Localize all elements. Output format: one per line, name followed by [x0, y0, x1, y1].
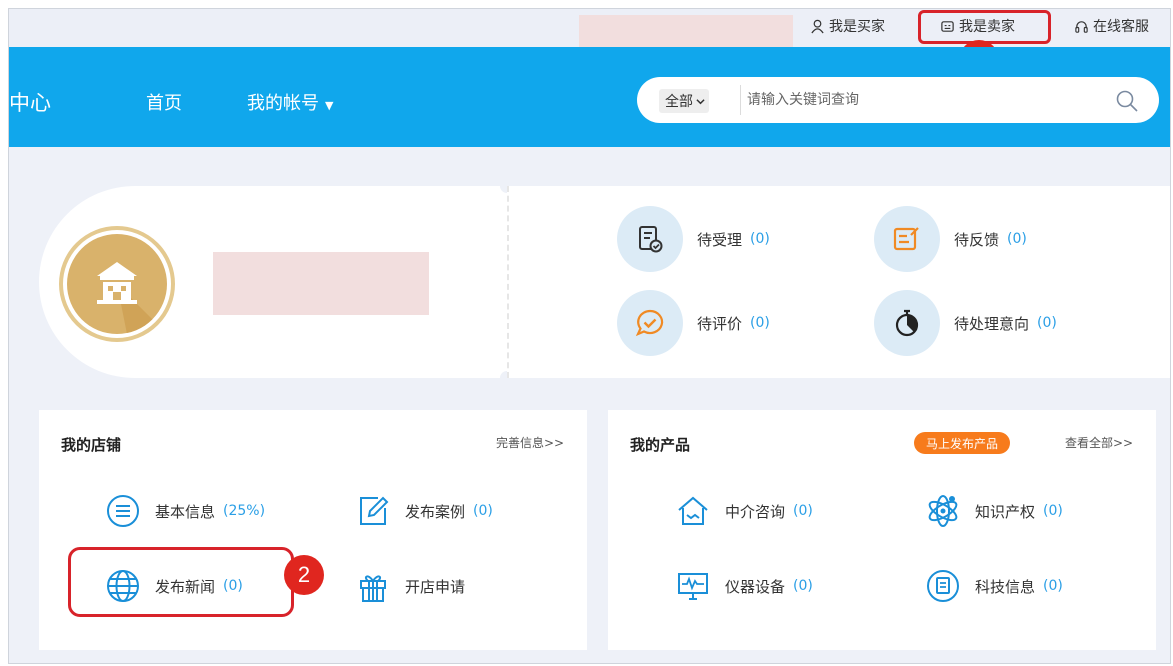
item-count: (0): [1043, 503, 1063, 519]
stat-count: (0): [1007, 231, 1027, 247]
shop-item-publish-case[interactable]: 发布案例 (0): [355, 493, 493, 529]
search-divider: [740, 85, 741, 115]
panel-title: 我的产品: [630, 436, 691, 454]
stat-label: 待受理: [697, 230, 743, 249]
search-bar: 全部: [637, 77, 1159, 123]
stat-circle: [617, 206, 683, 272]
item-label: 发布案例: [405, 502, 466, 521]
headset-icon: [1075, 20, 1088, 33]
product-item-equipment[interactable]: 仪器设备 (0): [675, 568, 813, 604]
atom-icon: [925, 493, 961, 529]
stat-label: 待评价: [697, 314, 743, 333]
shop-item-basic-info[interactable]: 基本信息 (25%): [105, 493, 265, 529]
item-count: (25%): [223, 503, 266, 519]
brand-title: 中心: [9, 91, 51, 115]
item-label: 中介咨询: [725, 502, 786, 521]
main-header: 中心 首页 我的帐号 ▼ 全部: [9, 47, 1170, 147]
complete-info-link[interactable]: 完善信息>>: [496, 434, 564, 451]
stat-count: (0): [750, 231, 770, 247]
chevron-down-icon: [696, 98, 705, 104]
avatar[interactable]: [59, 226, 175, 342]
item-count: (0): [1043, 578, 1063, 594]
panel-title: 我的店铺: [61, 436, 122, 454]
page-frame: 我是买家 我是卖家 1 在线客服 中心 首页 我的帐号▼ 全部: [8, 8, 1171, 664]
nav-home[interactable]: 首页: [146, 89, 182, 115]
seller-highlight-box: [918, 10, 1051, 44]
view-all-link[interactable]: 查看全部>>: [1065, 434, 1133, 451]
stat-pending-intention[interactable]: 待处理意向 (0): [874, 290, 1057, 356]
profile-card: [39, 186, 507, 378]
stat-label: 待处理意向: [954, 314, 1030, 333]
nav-my-account[interactable]: 我的帐号 ▼: [247, 89, 333, 115]
shop-building-icon: [97, 262, 167, 334]
product-item-consulting[interactable]: 中介咨询 (0): [675, 493, 813, 529]
product-item-tech-info[interactable]: 科技信息 (0): [925, 568, 1063, 604]
nav-home-label: 首页: [146, 93, 182, 114]
caret-down-icon: ▼: [325, 99, 334, 112]
stat-circle: [617, 290, 683, 356]
online-service-link[interactable]: 在线客服: [1074, 16, 1149, 36]
shop-avatar-icon: [67, 234, 167, 334]
my-shop-panel: 我的店铺 完善信息>> 基本信息 (25%) 发布案例 (0) 发布新闻 (0)…: [39, 410, 587, 650]
stat-circle: [874, 290, 940, 356]
publish-product-button[interactable]: 马上发布产品: [914, 432, 1011, 454]
list-icon: [105, 493, 141, 529]
buyer-label: 我是买家: [829, 19, 885, 35]
search-input[interactable]: [747, 87, 1077, 113]
redacted-name: [213, 252, 429, 315]
monitor-icon: [675, 568, 711, 604]
user-icon: [811, 19, 824, 33]
stat-pending-review[interactable]: 待评价 (0): [617, 290, 770, 356]
product-item-ip[interactable]: 知识产权 (0): [925, 493, 1063, 529]
item-label: 科技信息: [975, 577, 1036, 596]
stat-pending-feedback[interactable]: 待反馈 (0): [874, 206, 1027, 272]
nav-my-account-label: 我的帐号: [247, 93, 319, 114]
stat-circle: [874, 206, 940, 272]
shop-item-open-store[interactable]: 开店申请: [355, 568, 465, 604]
item-count: (0): [793, 503, 813, 519]
item-count: (0): [473, 503, 493, 519]
buyer-link[interactable]: 我是买家: [810, 16, 885, 36]
stat-count: (0): [750, 315, 770, 331]
search-category-label: 全部: [665, 94, 693, 110]
my-products-panel: 我的产品 马上发布产品 查看全部>> 中介咨询 (0) 知识产权 (0) 仪器设…: [608, 410, 1156, 650]
item-label: 知识产权: [975, 502, 1036, 521]
item-label: 基本信息: [155, 502, 216, 521]
order-stats-card: 待受理 (0) 待反馈 (0) 待评价 (0) 待处理意向 (0): [507, 186, 1170, 378]
stat-pending-accept[interactable]: 待受理 (0): [617, 206, 770, 272]
house-handshake-icon: [675, 493, 711, 529]
document-check-icon: [639, 226, 663, 253]
edit-note-icon: [893, 227, 919, 251]
stat-count: (0): [1037, 315, 1057, 331]
service-label: 在线客服: [1093, 19, 1149, 35]
edit-icon: [355, 493, 391, 529]
search-icon[interactable]: [1115, 89, 1139, 113]
stopwatch-icon: [895, 309, 919, 337]
publish-news-highlight-box: [68, 547, 294, 617]
step-badge-2: 2: [284, 555, 324, 595]
item-label: 开店申请: [405, 577, 466, 596]
chat-check-icon: [635, 309, 664, 337]
stat-label: 待反馈: [954, 230, 1000, 249]
item-label: 仪器设备: [725, 577, 786, 596]
search-category-select[interactable]: 全部: [659, 89, 709, 113]
gift-icon: [355, 568, 391, 604]
info-card-icon: [925, 568, 961, 604]
item-count: (0): [793, 578, 813, 594]
